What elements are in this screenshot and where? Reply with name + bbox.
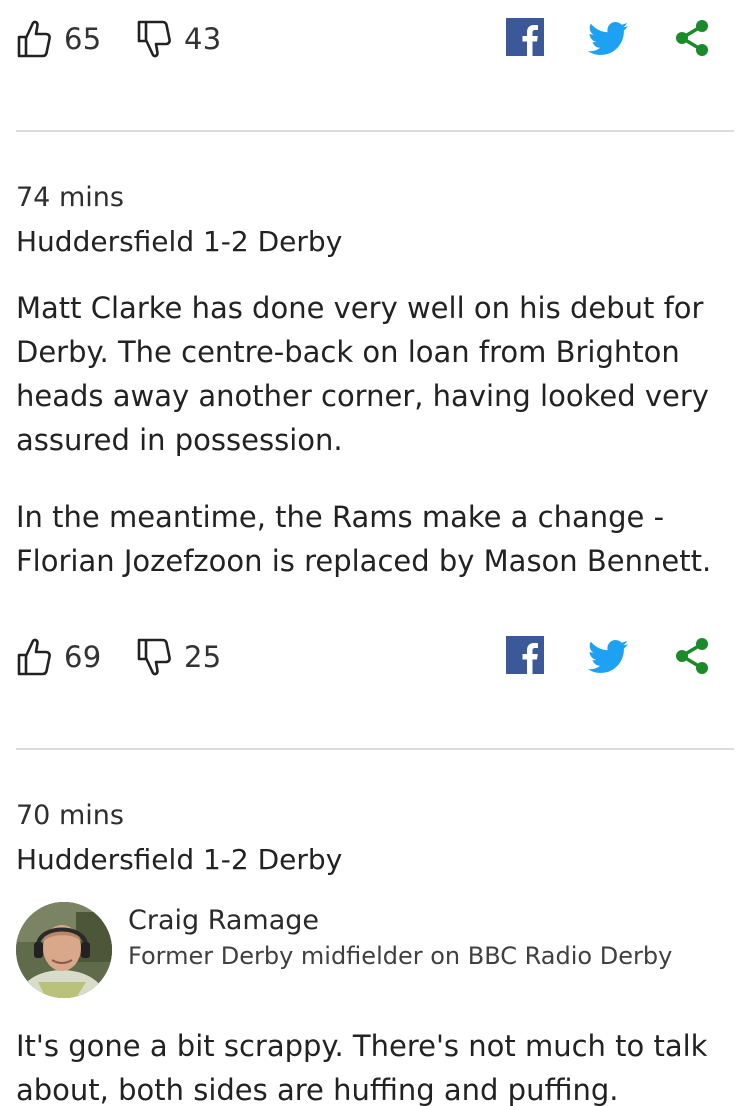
like-count: 65: [64, 22, 102, 56]
thumbs-up-icon: [17, 638, 51, 676]
post-body: It's gone a bit scrappy. There's not muc…: [16, 1024, 736, 1106]
post-divider: [16, 130, 734, 132]
post-body: Matt Clarke has done very well on his de…: [16, 286, 736, 583]
reaction-bar: 69 25: [16, 632, 734, 682]
dislike-button[interactable]: 43: [136, 14, 222, 64]
contributor-name: Craig Ramage: [128, 905, 320, 936]
contributor-photo: [16, 902, 112, 998]
thumbs-down-icon: [137, 20, 171, 58]
post-title: Huddersfield 1-2 Derby: [16, 843, 343, 876]
post-time: 70 mins: [16, 800, 124, 831]
live-page: 65 43 74 mins Huddersfield 1-2 Derby Mat…: [0, 0, 750, 1106]
dislike-button[interactable]: 25: [136, 632, 222, 682]
dislike-count: 43: [184, 22, 222, 56]
reaction-bar: 65 43: [16, 14, 734, 64]
twitter-icon[interactable]: [588, 20, 628, 58]
contributor-role: Former Derby midfielder on BBC Radio Der…: [128, 942, 673, 970]
contributor: Craig Ramage Former Derby midfielder on …: [16, 902, 736, 1002]
thumbs-up-icon: [17, 20, 51, 58]
post-title: Huddersfield 1-2 Derby: [16, 225, 343, 258]
facebook-icon[interactable]: [506, 636, 544, 674]
post-paragraph: In the meantime, the Rams make a change …: [16, 500, 712, 578]
avatar: [16, 902, 112, 998]
twitter-icon[interactable]: [588, 638, 628, 676]
thumbs-down-icon: [137, 638, 171, 676]
post-paragraph: Matt Clarke has done very well on his de…: [16, 291, 709, 457]
facebook-icon[interactable]: [506, 18, 544, 56]
dislike-count: 25: [184, 640, 222, 674]
share-icon[interactable]: [672, 18, 712, 58]
post-time: 74 mins: [16, 182, 124, 213]
post-paragraph: It's gone a bit scrappy. There's not muc…: [16, 1029, 708, 1106]
like-count: 69: [64, 640, 102, 674]
like-button[interactable]: 69: [16, 632, 102, 682]
share-icon[interactable]: [672, 636, 712, 676]
post-divider: [16, 748, 734, 750]
like-button[interactable]: 65: [16, 14, 102, 64]
